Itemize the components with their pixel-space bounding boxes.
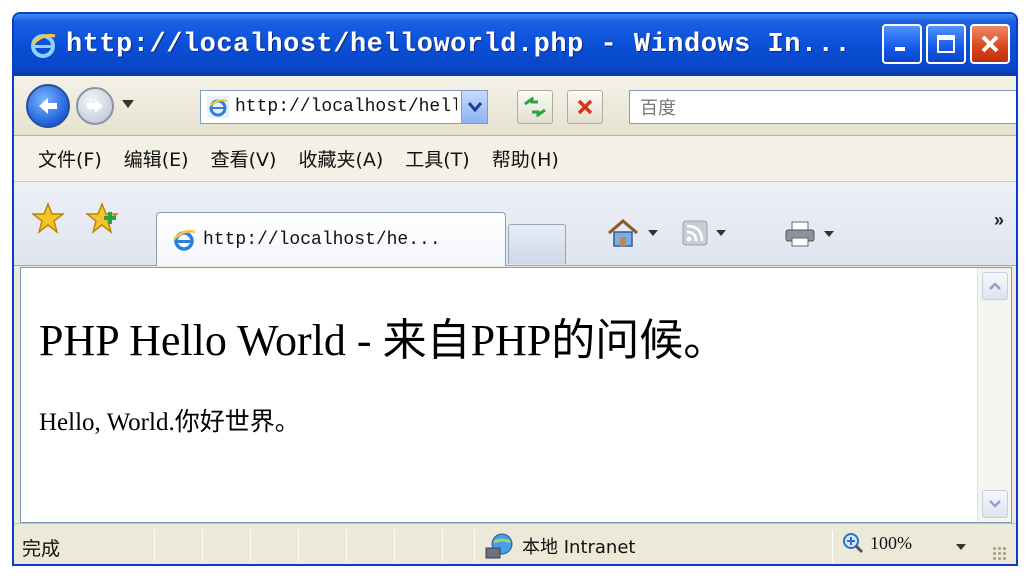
menu-edit[interactable]: 编辑(E) xyxy=(124,145,189,172)
stop-icon xyxy=(577,99,593,115)
scroll-up-button[interactable] xyxy=(982,272,1008,300)
menu-view[interactable]: 查看(V) xyxy=(211,145,277,172)
print-icon xyxy=(785,221,815,247)
vertical-scrollbar[interactable] xyxy=(977,268,1011,522)
status-divider xyxy=(474,530,475,562)
stop-button[interactable] xyxy=(567,90,603,124)
status-divider xyxy=(394,530,395,562)
status-divider xyxy=(346,530,347,562)
back-icon xyxy=(39,98,57,114)
back-button[interactable] xyxy=(26,84,70,128)
minimize-icon xyxy=(895,47,905,51)
scroll-down-button[interactable] xyxy=(982,490,1008,518)
title-bar: http://localhost/helloworld.php - Window… xyxy=(14,14,1016,76)
ie-icon xyxy=(31,33,56,58)
intranet-icon xyxy=(485,533,513,559)
new-tab-button[interactable] xyxy=(508,224,566,264)
close-button[interactable] xyxy=(970,24,1010,64)
print-dropdown-arrow[interactable] xyxy=(824,231,834,237)
status-divider xyxy=(154,530,155,562)
zone-label: 本地 Intranet xyxy=(522,537,636,558)
resize-grip[interactable] xyxy=(992,546,1008,562)
address-input[interactable]: http://localhost/helloworld.php xyxy=(235,97,457,117)
menu-file[interactable]: 文件(F) xyxy=(38,145,102,172)
page-content: PHP Hello World - 来自PHP的问候。 Hello, World… xyxy=(20,267,1012,523)
zoom-level: 100% xyxy=(870,532,912,553)
feeds-dropdown-arrow[interactable] xyxy=(716,230,726,236)
menu-help[interactable]: 帮助(H) xyxy=(492,145,559,172)
status-divider xyxy=(832,530,833,562)
search-input[interactable]: 百度 xyxy=(629,90,1016,124)
zoom-icon xyxy=(843,533,864,554)
close-icon xyxy=(981,35,999,53)
maximize-icon xyxy=(937,35,955,53)
navigation-bar: http://localhost/helloworld.php 百度 xyxy=(14,76,1016,136)
status-divider xyxy=(250,530,251,562)
zoom-control[interactable]: 100% xyxy=(842,532,912,554)
chevron-down-icon xyxy=(467,102,482,112)
forward-button[interactable] xyxy=(76,87,114,125)
window-controls xyxy=(882,24,1010,64)
tab-active[interactable]: http://localhost/he... xyxy=(156,212,506,266)
home-icon xyxy=(608,219,638,247)
tab-bar: http://localhost/he... » xyxy=(14,182,1016,266)
security-zone[interactable]: 本地 Intranet xyxy=(484,532,635,560)
home-dropdown-arrow[interactable] xyxy=(648,230,658,236)
maximize-button[interactable] xyxy=(926,24,966,64)
print-button[interactable] xyxy=(784,220,834,248)
tab-label: http://localhost/he... xyxy=(203,229,441,250)
menu-tools[interactable]: 工具(T) xyxy=(405,145,469,172)
status-divider xyxy=(202,530,203,562)
status-divider xyxy=(442,530,443,562)
page-heading: PHP Hello World - 来自PHP的问候。 xyxy=(39,316,728,365)
toolbar-overflow-button[interactable]: » xyxy=(994,210,1004,231)
add-favorites-icon[interactable] xyxy=(86,202,118,234)
ie-icon xyxy=(207,96,229,118)
ie-icon xyxy=(173,229,196,251)
favorites-star-icon[interactable] xyxy=(32,202,64,234)
minimize-button[interactable] xyxy=(882,24,922,64)
browser-window: http://localhost/helloworld.php - Window… xyxy=(12,12,1018,566)
page-body-text: Hello, World.你好世界。 xyxy=(39,409,300,436)
status-bar: 完成 本地 Intranet 100% xyxy=(14,523,1016,564)
home-button[interactable] xyxy=(606,218,658,248)
status-text: 完成 xyxy=(22,538,61,560)
menu-favorites[interactable]: 收藏夹(A) xyxy=(298,145,383,172)
menu-bar: 文件(F) 编辑(E) 查看(V) 收藏夹(A) 工具(T) 帮助(H) xyxy=(14,136,1016,182)
refresh-icon xyxy=(524,97,546,117)
feeds-icon xyxy=(682,220,708,246)
status-divider xyxy=(298,530,299,562)
zoom-dropdown-arrow[interactable] xyxy=(956,544,966,550)
address-bar[interactable]: http://localhost/helloworld.php xyxy=(200,90,488,124)
window-title: http://localhost/helloworld.php - Window… xyxy=(66,30,852,60)
address-dropdown-button[interactable] xyxy=(461,91,487,123)
feeds-button[interactable] xyxy=(682,220,726,246)
forward-icon xyxy=(87,99,103,113)
chevron-down-icon xyxy=(989,500,1001,508)
refresh-button[interactable] xyxy=(517,90,553,124)
chevron-up-icon xyxy=(989,282,1001,290)
recent-pages-dropdown[interactable] xyxy=(122,100,134,108)
